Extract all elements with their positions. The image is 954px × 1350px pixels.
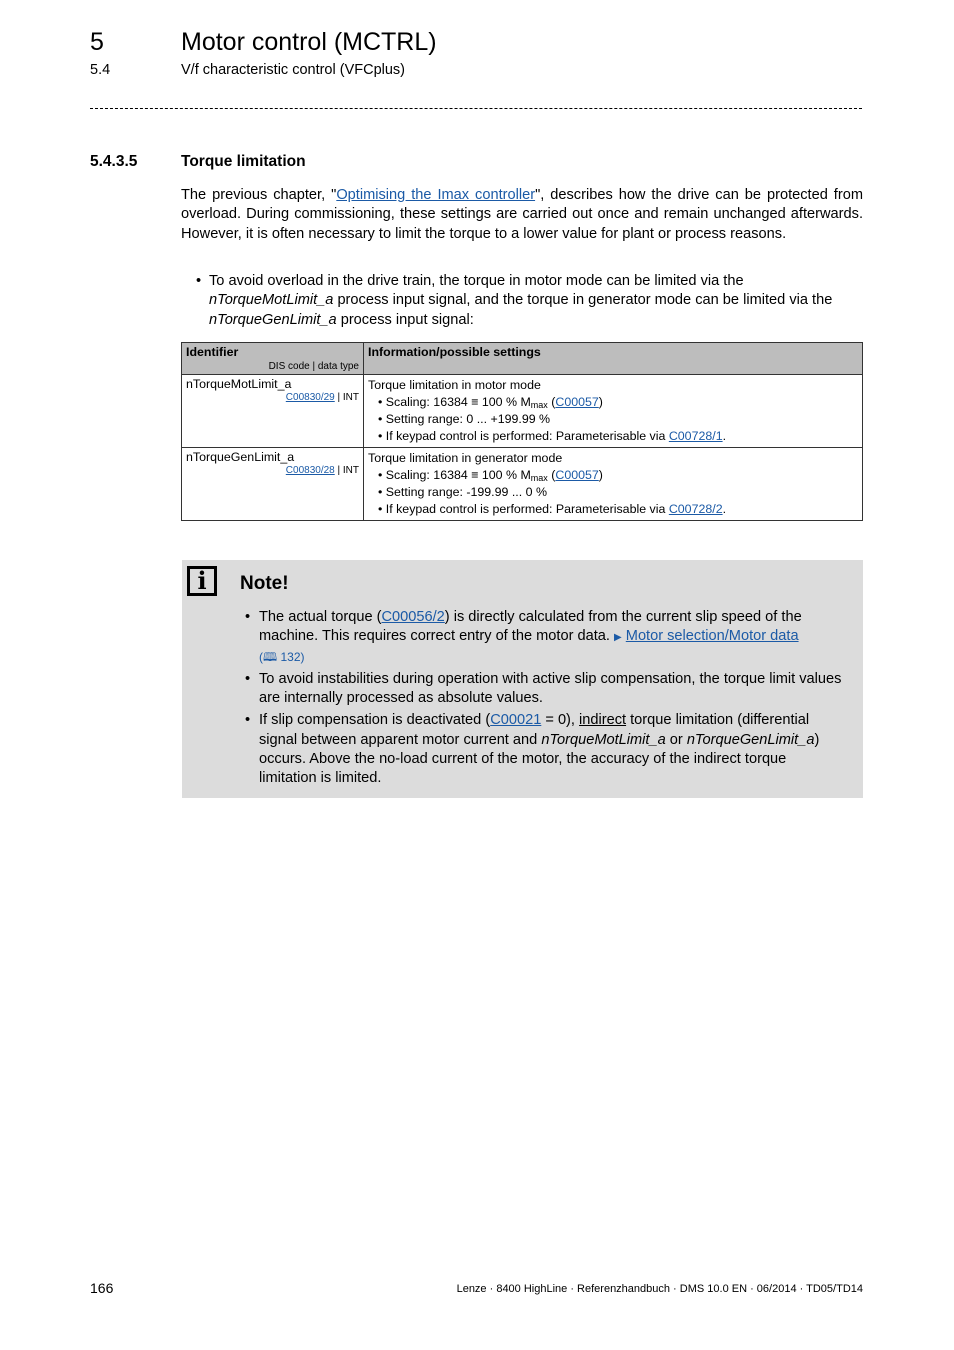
bullet-text: process input signal: [336,311,474,328]
header-divider [90,108,862,109]
intro-paragraph: The previous chapter, "Optimising the Im… [181,186,863,244]
dis-code-link[interactable]: C00830/29 [286,392,335,403]
slip-compensation-code-link[interactable]: C00021 [490,712,541,728]
bullet-dot: • [196,273,202,289]
table-header-row: Identifier DIS code | data type Informati… [181,342,863,375]
identifier: nTorqueMotLimit_a [186,377,292,391]
note-title: Note! [240,573,289,594]
signal-name: nTorqueMotLimit_a [209,292,334,309]
keypad-code-link[interactable]: C00728/1 [669,429,723,443]
data-type: | INT [337,392,359,403]
bullet-text: To avoid overload in the drive train, th… [209,273,744,289]
page-reference[interactable]: (🕮 132) [259,650,305,664]
imax-controller-link[interactable]: Optimising the Imax controller [336,187,535,203]
dis-code-subheader: DIS code | data type [268,361,359,372]
info-header: Information/possible settings [363,342,863,375]
bullet-text: process input signal, and the torque in … [333,292,833,309]
scaling-line: • Scaling: 16384 ≡ 100 % Mmax (C00057) [378,468,603,483]
signal-name: nTorqueGenLimit_a [209,311,337,328]
data-type: | INT [337,465,359,476]
subsection-number: 5.4 [90,62,111,78]
info-title: Torque limitation in generator mode [368,451,563,465]
identifier-header: Identifier DIS code | data type [181,342,364,375]
actual-torque-code-link[interactable]: C00056/2 [382,609,445,625]
document-info: Lenze · 8400 HighLine · Referenzhandbuch… [456,1283,863,1295]
info-icon: i [187,566,217,596]
section-title: Torque limitation [181,153,306,170]
note-item: • To avoid instabilities during operation… [245,670,842,707]
keypad-line: • If keypad control is performed: Parame… [378,502,727,516]
section-number: 5.4.3.5 [90,153,138,170]
scaling-code-link[interactable]: C00057 [555,395,598,409]
keypad-code-link[interactable]: C00728/2 [669,502,723,516]
scaling-line: • Scaling: 16384 ≡ 100 % Mmax (C00057) [378,395,603,410]
scaling-code-link[interactable]: C00057 [555,468,598,482]
signal-table: Identifier DIS code | data type Informati… [181,342,863,521]
range-line: • Setting range: -199.99 ... 0 % [378,485,547,499]
info-title: Torque limitation in motor mode [368,378,541,392]
note-item: • If slip compensation is deactivated (C0… [245,712,820,787]
subsection-title: V/f characteristic control (VFCplus) [181,62,406,78]
dis-code-link[interactable]: C00830/28 [286,465,335,476]
identifier: nTorqueGenLimit_a [186,450,295,464]
signal-bullet: • To avoid overload in the drive train, … [196,272,861,330]
table-row: nTorqueMotLimit_a C00830/29 | INT Torque… [181,374,863,448]
page-number: 166 [90,1280,114,1296]
note-box: i Note! • The actual torque (C00056/2) is… [182,560,863,798]
note-item: • The actual torque (C00056/2) is directl… [245,609,802,664]
note-list: • The actual torque (C00056/2) is directl… [245,608,845,792]
chapter-number: 5 [90,28,104,56]
range-line: • Setting range: 0 ... +199.99 % [378,412,551,426]
chapter-title: Motor control (MCTRL) [181,28,437,56]
table-row: nTorqueGenLimit_a C00830/28 | INT Torque… [181,447,863,521]
arrow-right-icon: ▶ [614,632,622,644]
motor-data-link[interactable]: Motor selection/Motor data [626,628,799,644]
keypad-line: • If keypad control is performed: Parame… [378,429,727,443]
intro-text-a: The previous chapter, " [181,187,337,203]
